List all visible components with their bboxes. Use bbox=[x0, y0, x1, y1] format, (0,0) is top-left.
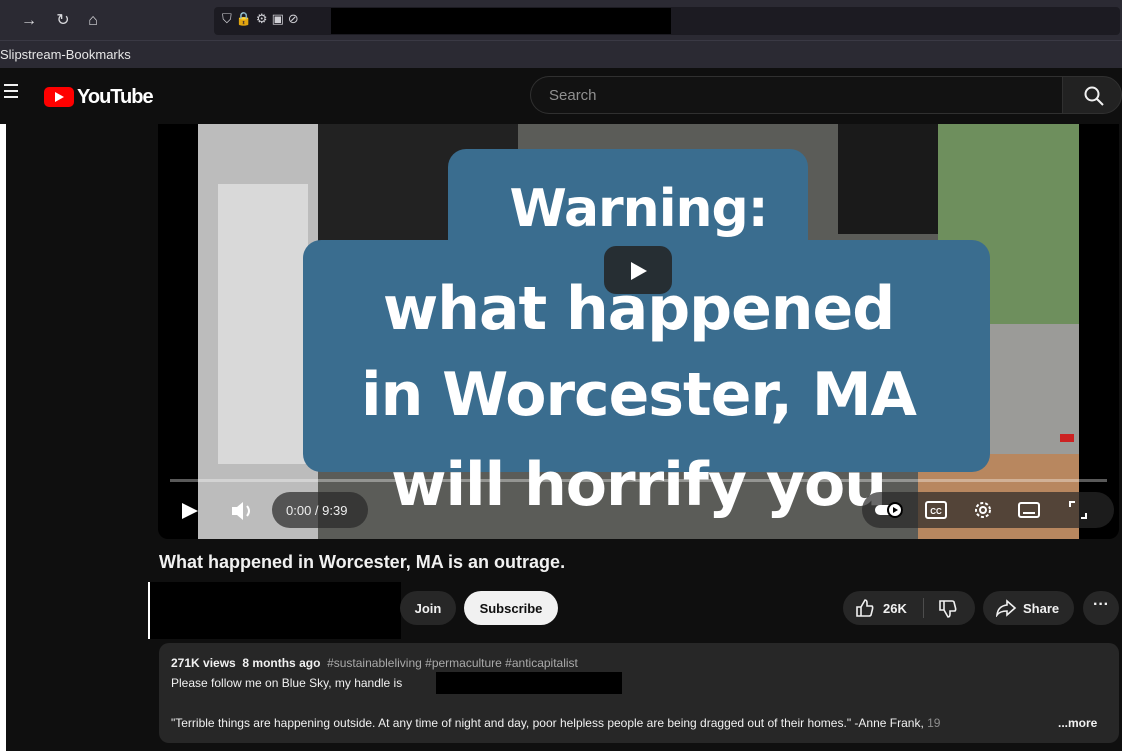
svg-text:CC: CC bbox=[930, 507, 942, 516]
center-play-button[interactable] bbox=[604, 246, 672, 294]
reload-icon[interactable]: ↻ bbox=[52, 10, 74, 32]
address-bar[interactable]: ⛉🔒⚙▣⊘ bbox=[214, 7, 1120, 35]
video-player[interactable]: Warning: what happened in Worcester, MA … bbox=[158, 124, 1119, 539]
like-button[interactable]: 26K bbox=[843, 591, 921, 625]
search-icon bbox=[1084, 86, 1104, 106]
forward-icon[interactable]: → bbox=[18, 10, 40, 32]
quote-text: "Terrible things are happening outside. … bbox=[171, 716, 928, 730]
quote-fade: 19 bbox=[927, 716, 941, 730]
bookmark-folder[interactable]: Slipstream-Bookmarks bbox=[0, 47, 131, 62]
search-button[interactable] bbox=[1062, 76, 1122, 114]
dislike-button[interactable] bbox=[925, 591, 975, 625]
home-icon[interactable]: ⌂ bbox=[82, 10, 104, 32]
site-permission-icons[interactable]: ⛉🔒⚙▣⊘ bbox=[222, 11, 303, 27]
settings-gear-icon[interactable] bbox=[973, 500, 993, 520]
description-meta: 271K views 8 months ago #sustainablelivi… bbox=[171, 656, 578, 670]
description-quote: "Terrible things are happening outside. … bbox=[171, 716, 940, 730]
like-divider bbox=[923, 598, 924, 618]
time-text: 0:00 / 9:39 bbox=[286, 503, 348, 518]
more-actions-button[interactable]: ··· bbox=[1083, 591, 1119, 625]
play-icon[interactable] bbox=[180, 502, 200, 520]
play-logo-icon bbox=[44, 87, 74, 107]
description-box[interactable]: 271K views 8 months ago #sustainablelivi… bbox=[159, 643, 1119, 743]
time-display: 0:00 / 9:39 bbox=[272, 492, 368, 528]
overlay-line-1: Warning: bbox=[509, 179, 768, 239]
join-button[interactable]: Join bbox=[400, 591, 456, 625]
page-left-edge bbox=[0, 124, 6, 751]
subscribe-button[interactable]: Subscribe bbox=[464, 591, 558, 625]
search-box[interactable] bbox=[530, 76, 1062, 114]
theater-mode-icon[interactable] bbox=[1018, 501, 1040, 519]
captions-icon[interactable]: CC bbox=[925, 501, 947, 519]
search-input[interactable] bbox=[547, 86, 1031, 105]
browser-toolbar: → ↻ ⌂ ⛉🔒⚙▣⊘ bbox=[0, 0, 1122, 40]
like-dislike-group: 26K bbox=[843, 591, 975, 625]
volume-icon[interactable] bbox=[230, 500, 256, 522]
redacted-handle bbox=[436, 672, 622, 694]
logo-text: YouTube bbox=[77, 85, 154, 108]
video-title: What happened in Worcester, MA is an out… bbox=[159, 552, 566, 572]
overlay-line-3: in Worcester, MA bbox=[361, 360, 917, 430]
autoplay-toggle-icon[interactable] bbox=[875, 502, 905, 518]
player-controls: 0:00 / 9:39 CC bbox=[158, 492, 1119, 532]
share-label: Share bbox=[1023, 601, 1060, 616]
video-frame: Warning: what happened in Worcester, MA … bbox=[198, 124, 1079, 539]
thumbs-up-icon bbox=[856, 599, 874, 617]
fullscreen-icon[interactable] bbox=[1068, 500, 1088, 520]
redacted-channel-info bbox=[148, 582, 401, 639]
upload-age: 8 months ago bbox=[242, 656, 321, 670]
redacted-url bbox=[331, 8, 671, 34]
share-arrow-icon bbox=[995, 599, 1017, 617]
thumbs-down-icon bbox=[939, 600, 957, 618]
like-count: 26K bbox=[883, 601, 907, 616]
progress-bar[interactable] bbox=[170, 479, 1107, 482]
description-line: Please follow me on Blue Sky, my handle … bbox=[171, 676, 403, 690]
hashtags[interactable]: #sustainableliving #permaculture #antica… bbox=[327, 656, 578, 670]
show-more-link[interactable]: ...more bbox=[1058, 716, 1097, 730]
youtube-logo[interactable]: YouTube bbox=[44, 85, 154, 108]
view-count: 271K views bbox=[171, 656, 236, 670]
youtube-header: YouTube bbox=[0, 68, 1122, 124]
bookmarks-toolbar: Slipstream-Bookmarks bbox=[0, 40, 1122, 69]
menu-icon[interactable] bbox=[4, 84, 18, 98]
share-button[interactable]: Share bbox=[983, 591, 1074, 625]
